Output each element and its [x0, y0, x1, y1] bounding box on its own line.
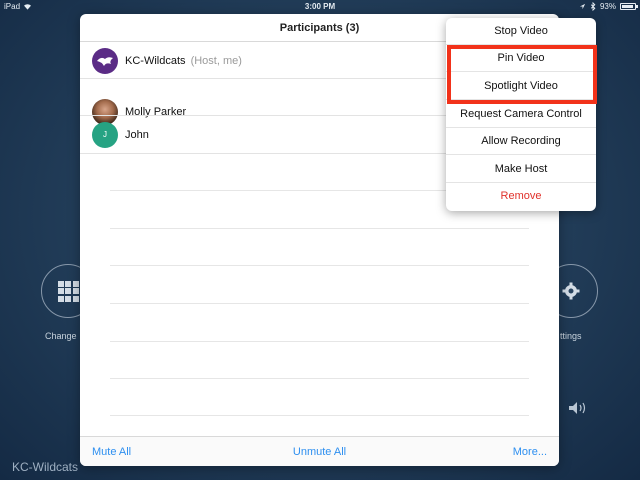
meeting-name: KC-Wildcats	[12, 460, 79, 474]
empty-row-line	[110, 378, 529, 379]
change-view-label: Change	[45, 331, 77, 341]
highlight-box	[447, 45, 597, 104]
empty-row-line	[110, 415, 529, 416]
bluetooth-icon	[590, 2, 596, 11]
clock: 3:00 PM	[304, 2, 336, 11]
settings-label: ttings	[560, 331, 582, 341]
empty-row-line	[110, 228, 529, 229]
unmute-all-button[interactable]: Unmute All	[80, 446, 559, 458]
allow-recording-item[interactable]: Allow Recording	[446, 128, 596, 155]
speaker-icon	[569, 402, 586, 414]
battery-percent: 93%	[599, 2, 616, 11]
participants-footer: Mute All Unmute All More...	[80, 436, 559, 466]
wildcat-logo-icon	[97, 56, 113, 66]
empty-row-line	[110, 265, 529, 266]
stop-video-item[interactable]: Stop Video	[446, 18, 596, 45]
empty-row-line	[110, 341, 529, 342]
participant-name-text: KC-Wildcats	[125, 54, 186, 67]
battery-icon	[620, 3, 638, 10]
make-host-item[interactable]: Make Host	[446, 156, 596, 183]
wildcat-avatar	[92, 47, 118, 74]
participant-role: (Host, me)	[190, 54, 242, 67]
request-camera-control-item[interactable]: Request Camera Control	[446, 101, 596, 128]
participant-name: John	[125, 128, 149, 141]
participant-name: KC-Wildcats (Host, me)	[125, 55, 242, 67]
gear-icon	[562, 282, 580, 300]
grid-icon	[57, 280, 79, 302]
john-avatar: J	[92, 121, 118, 148]
empty-row-line	[110, 303, 529, 304]
location-icon	[579, 3, 586, 10]
more-button[interactable]: More...	[513, 446, 547, 458]
remove-item[interactable]: Remove	[446, 183, 596, 210]
status-bar: iPad 3:00 PM 93%	[0, 0, 640, 13]
